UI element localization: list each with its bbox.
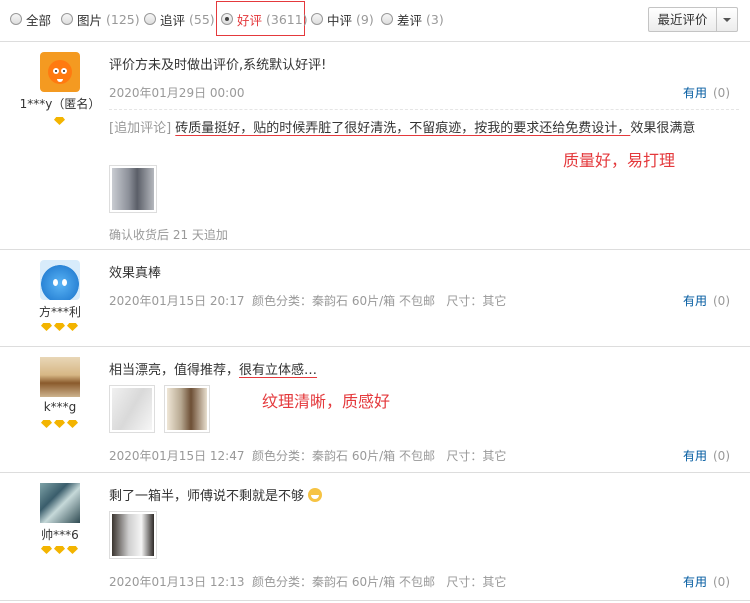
diamond-icon [54,323,65,331]
chevron-down-icon[interactable] [717,8,737,31]
user-nickname: 帅***6 [41,528,79,542]
product-spec: 颜色分类：秦韵石 60片/箱 不包邮 尺寸：其它 [252,449,507,463]
product-spec: 颜色分类：秦韵石 60片/箱 不包邮 尺寸：其它 [252,294,507,308]
diamond-icon [67,420,78,428]
followup-note: 确认收货后 21 天追加 [109,228,228,242]
radio-icon[interactable] [311,13,323,25]
useful-button[interactable]: 有用 (0) [683,84,730,101]
radio-checked-icon[interactable] [221,13,233,25]
review-text: 评价方未及时做出评价,系统默认好评! [109,58,327,73]
useful-count: (0) [713,294,730,308]
user-avatar[interactable] [40,260,80,300]
radio-icon[interactable] [61,13,73,25]
user-avatar[interactable] [40,483,80,523]
filter-all[interactable]: 全部 [10,10,51,28]
radio-icon[interactable] [144,13,156,25]
filter-images[interactable]: 图片 (125) [61,10,140,28]
review-photo[interactable] [164,385,210,433]
filter-followup[interactable]: 追评 (55) [144,10,215,28]
user-level-diamonds [41,420,78,430]
review-date: 2020年01月15日 12:47 [109,449,245,463]
filter-positive-count: (3611) [266,11,308,27]
sort-dropdown[interactable]: 最近评价 [648,7,738,32]
review-item: 1***y（匿名） 评价方未及时做出评价,系统默认好评! 2020年01月29日… [0,42,750,250]
useful-button[interactable]: 有用 (0) [683,447,730,464]
useful-button[interactable]: 有用 (0) [683,292,730,309]
review-text: 剩了一箱半，师傅说不剩就是不够 [109,485,323,504]
user-level-diamonds [41,546,78,556]
user-nickname: 方***利 [38,305,81,319]
filter-images-label: 图片 [77,12,103,28]
filter-neutral-label: 中评 [327,12,353,28]
useful-count: (0) [713,86,730,100]
annotation-text: 质量好，易打理 [563,151,676,170]
review-date: 2020年01月29日 00:00 [109,86,245,100]
user-nickname: 1***y（匿名） [19,97,101,111]
followup-tag: [追加评论] [109,121,172,136]
review-photo[interactable] [109,165,157,213]
review-item: k***g 相当漂亮，值得推荐，很有立体感… 纹理清晰，质感好 2020年01月… [0,347,750,473]
diamond-icon [41,420,52,428]
useful-count: (0) [713,449,730,463]
review-text-highlight: 很有立体感… [239,363,318,378]
diamond-icon [54,420,65,428]
filter-negative[interactable]: 差评 (3) [381,10,444,28]
review-text: 相当漂亮，值得推荐，很有立体感… [109,359,317,378]
filter-followup-count: (55) [189,11,215,27]
product-spec: 颜色分类：秦韵石 60片/箱 不包邮 尺寸：其它 [252,575,507,589]
radio-icon[interactable] [10,13,22,25]
filter-negative-label: 差评 [397,12,423,28]
review-photo[interactable] [109,511,157,559]
review-text: 效果真棒 [109,266,162,281]
diamond-icon [54,117,65,125]
review-photo[interactable] [109,385,155,433]
followup-text-rest: 效果很满意 [630,121,696,136]
useful-count: (0) [713,575,730,589]
filter-followup-label: 追评 [160,12,186,28]
diamond-icon [54,546,65,554]
review-date: 2020年01月15日 20:17 [109,294,245,308]
filter-neutral[interactable]: 中评 (9) [311,10,374,28]
radio-icon[interactable] [381,13,393,25]
user-level-diamonds [54,117,65,127]
review-date: 2020年01月13日 12:13 [109,575,245,589]
filter-neutral-count: (9) [356,11,374,27]
user-level-diamonds [41,323,78,333]
followup-text-highlight: 砖质量挺好，贴的时候弄脏了很好清洗，不留痕迹，按我的要求还给免费设计， [175,121,631,136]
diamond-icon [41,546,52,554]
diamond-icon [41,323,52,331]
filter-negative-count: (3) [426,11,444,27]
review-text-main: 相当漂亮，值得推荐， [109,363,240,378]
filter-positive-label: 好评 [237,12,263,28]
filter-images-count: (125) [106,11,140,27]
sort-dropdown-label: 最近评价 [649,8,717,31]
filter-positive[interactable]: 好评 (3611) [221,10,308,28]
followup-comment: [追加评论] 砖质量挺好，贴的时候弄脏了很好清洗，不留痕迹，按我的要求还给免费设… [109,118,729,139]
annotation-text: 纹理清晰，质感好 [262,392,391,411]
diamond-icon [67,323,78,331]
useful-button[interactable]: 有用 (0) [683,573,730,590]
filter-all-label: 全部 [26,12,52,28]
review-text-main: 剩了一箱半，师傅说不剩就是不够 [109,489,305,504]
review-item: 帅***6 剩了一箱半，师傅说不剩就是不够 2020年01月13日 12:13 … [0,473,750,601]
review-filter-bar: 全部 图片 (125) 追评 (55) 好评 (3611) 中评 (9) 差评 … [0,0,750,42]
diamond-icon [67,546,78,554]
review-item: 方***利 效果真棒 2020年01月15日 20:17 颜色分类：秦韵石 60… [0,250,750,347]
useful-label[interactable]: 有用 [683,86,707,100]
useful-label[interactable]: 有用 [683,294,707,308]
divider [109,109,739,110]
user-avatar[interactable] [40,357,80,397]
user-nickname: k***g [43,400,77,414]
laughing-emoji-icon [308,488,323,502]
useful-label[interactable]: 有用 [683,449,707,463]
useful-label[interactable]: 有用 [683,575,707,589]
user-avatar[interactable] [40,52,80,92]
